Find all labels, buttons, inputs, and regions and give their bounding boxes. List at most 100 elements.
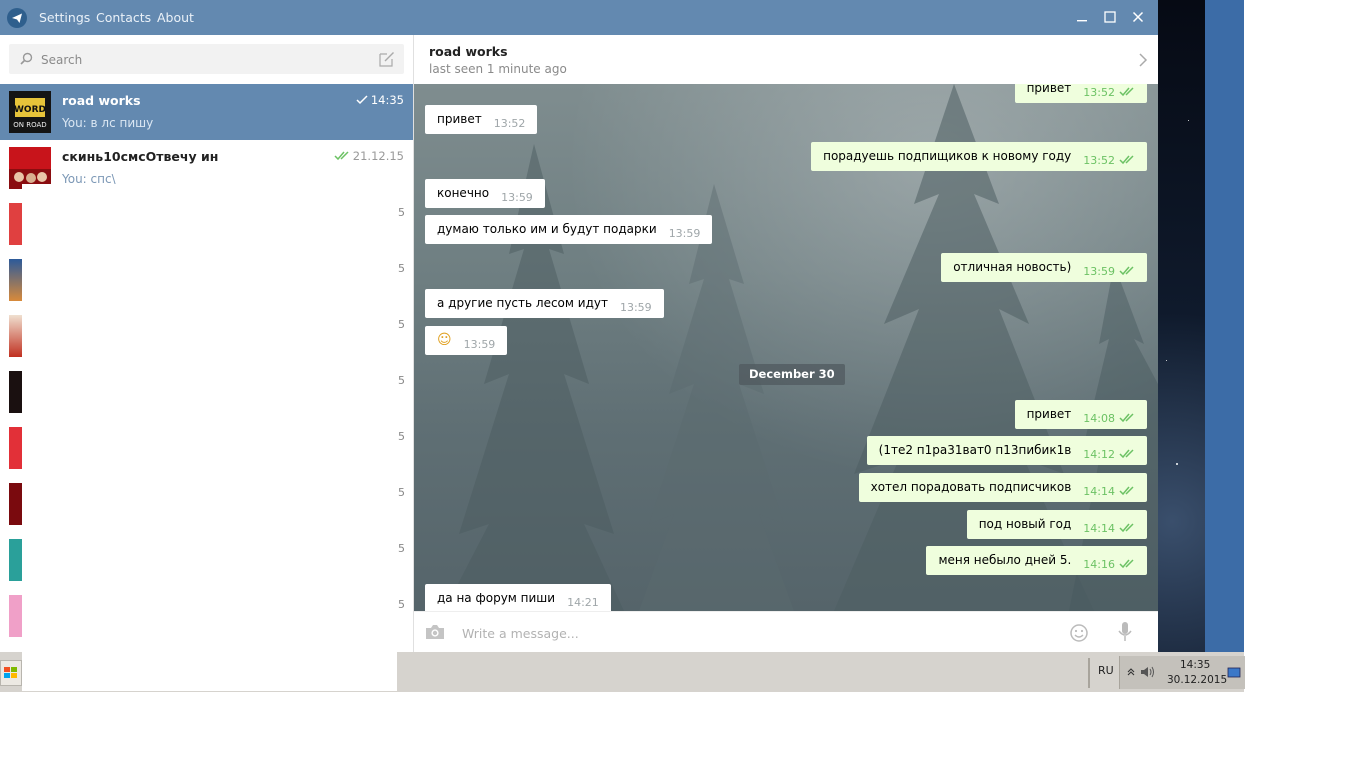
date-separator: December 30	[739, 364, 845, 385]
message-bubble[interactable]: под новый год 14:14	[966, 510, 1147, 539]
dialog-time-text: 14:35	[370, 93, 404, 107]
search-input[interactable]	[39, 50, 363, 70]
menu-settings[interactable]: Settings	[39, 10, 90, 25]
double-check-icon	[1119, 485, 1134, 495]
taskbar-separator	[1088, 658, 1090, 688]
menu-contacts[interactable]: Contacts	[96, 10, 151, 25]
message-time: 13:52	[493, 117, 526, 130]
avatar[interactable]	[9, 315, 22, 357]
message-history[interactable]: привет 13:52 привет 13:52 порадуешь подпищ…	[414, 84, 1158, 611]
avatar: WORD ON ROAD	[9, 91, 51, 133]
smile-emoji-icon: ☺	[437, 332, 452, 348]
message-time: 14:14	[1083, 485, 1115, 498]
message-time: 14:14	[1083, 522, 1115, 535]
dialog-time-fragment: 5	[398, 262, 405, 275]
message-bubble[interactable]: порадуешь подпищиков к новому году 13:52	[811, 142, 1147, 171]
avatar[interactable]	[9, 427, 22, 469]
dialog-time-fragment: 5	[398, 486, 405, 499]
peer-name: road works	[429, 44, 508, 59]
clock-time[interactable]: 14:35	[1180, 659, 1210, 671]
message-bubble[interactable]: а другие пусть лесом идут 13:59	[425, 289, 664, 318]
message-bubble[interactable]: хотел порадовать подписчиков 14:14	[858, 473, 1147, 502]
emoji-icon[interactable]	[1069, 623, 1089, 643]
message-bubble[interactable]: привет 13:52	[1014, 84, 1147, 103]
camera-icon[interactable]	[424, 623, 446, 641]
minimize-icon[interactable]	[1074, 9, 1090, 25]
message-time: 14:21	[567, 596, 599, 609]
message-text: порадуешь подпищиков к новому году	[823, 149, 1072, 163]
message-bubble[interactable]: думаю только им и будут подарки 13:59	[425, 215, 713, 244]
start-button[interactable]	[0, 660, 22, 686]
windows-logo-icon	[4, 667, 17, 678]
dialog-name: скинь10смсОтвечу ин	[62, 149, 219, 164]
search-icon	[20, 52, 33, 65]
message-time: 13:59	[619, 301, 652, 314]
compose-icon[interactable]	[378, 50, 396, 68]
microphone-icon[interactable]	[1117, 621, 1133, 643]
avatar[interactable]	[9, 203, 22, 245]
avatar[interactable]	[9, 371, 22, 413]
overlay-window	[22, 184, 397, 691]
message-text: отличная новость)	[953, 260, 1072, 274]
language-indicator[interactable]: RU	[1098, 664, 1114, 677]
message-time: 14:16	[1083, 558, 1115, 571]
telegram-logo-icon[interactable]	[7, 8, 27, 28]
maximize-icon[interactable]	[1102, 9, 1118, 25]
message-text: меня небыло дней 5.	[938, 553, 1072, 567]
desktop-wallpaper	[1158, 0, 1205, 652]
avatar[interactable]	[9, 595, 22, 637]
clock-date[interactable]: 30.12.2015	[1167, 674, 1227, 686]
dialog-time-fragment: 5	[398, 374, 405, 387]
app-titlebar: Settings Contacts About	[0, 0, 1158, 35]
message-bubble[interactable]: да на форум пиши 14:21	[425, 584, 611, 611]
message-text: думаю только им и будут подарки	[437, 222, 657, 236]
svg-text:WORD: WORD	[14, 105, 46, 115]
avatar[interactable]	[9, 259, 22, 301]
dialog-time: 21.12.15	[334, 149, 404, 163]
message-time: 13:52	[1083, 86, 1115, 99]
menu-about[interactable]: About	[157, 10, 194, 25]
message-bubble[interactable]: (1те2 п1ра31ват0 п13пибик1в 14:12	[866, 436, 1147, 465]
message-bubble[interactable]: ☺ 13:59	[425, 326, 508, 355]
dialog-time-fragment: 5	[398, 318, 405, 331]
message-time: 14:12	[1083, 448, 1115, 461]
dialog-item-road-works[interactable]: WORD ON ROAD road works You: в лс пишу 1…	[0, 84, 413, 140]
avatar[interactable]	[9, 539, 22, 581]
close-icon[interactable]	[1130, 9, 1146, 25]
dialog-time-fragment: 5	[398, 542, 405, 555]
message-text: привет	[437, 112, 482, 126]
tray-expand-icon[interactable]	[1126, 666, 1136, 678]
chat-header[interactable]: road works last seen 1 minute ago	[414, 35, 1158, 85]
double-check-icon	[1119, 448, 1134, 458]
message-input[interactable]	[460, 623, 1024, 643]
message-bubble[interactable]: привет 14:08	[1014, 400, 1147, 429]
message-text: а другие пусть лесом идут	[437, 296, 608, 310]
message-bubble[interactable]: отличная новость) 13:59	[941, 253, 1147, 282]
check-icon	[356, 95, 368, 105]
message-text: (1те2 п1ра31ват0 п13пибик1в	[878, 443, 1072, 457]
volume-icon[interactable]	[1140, 665, 1156, 679]
system-tray: 14:35 30.12.2015	[1119, 656, 1245, 689]
dialog-preview: You: в лс пишу	[62, 116, 154, 130]
message-time: 13:52	[1083, 154, 1115, 167]
message-bubble[interactable]: конечно 13:59	[425, 179, 545, 208]
message-time: 13:59	[668, 227, 701, 240]
background-window-edge	[1205, 0, 1244, 652]
search-box	[9, 44, 404, 74]
message-bubble[interactable]: привет 13:52	[425, 105, 538, 134]
message-time: 14:08	[1083, 412, 1115, 425]
avatar[interactable]	[9, 483, 22, 525]
chevron-right-icon[interactable]	[1138, 52, 1148, 68]
double-check-icon	[1119, 412, 1134, 422]
star	[1188, 120, 1189, 121]
dialog-time: 14:35	[356, 93, 404, 107]
dialog-name: road works	[62, 93, 141, 108]
double-check-icon	[1119, 154, 1134, 164]
dialog-time-text: 21.12.15	[352, 149, 404, 163]
message-bubble[interactable]: меня небыло дней 5. 14:16	[926, 546, 1147, 575]
star	[1176, 463, 1178, 465]
message-text: привет	[1026, 84, 1072, 95]
show-desktop-icon[interactable]	[1227, 667, 1241, 679]
message-composer	[414, 611, 1158, 653]
svg-text:ON ROAD: ON ROAD	[13, 121, 46, 129]
